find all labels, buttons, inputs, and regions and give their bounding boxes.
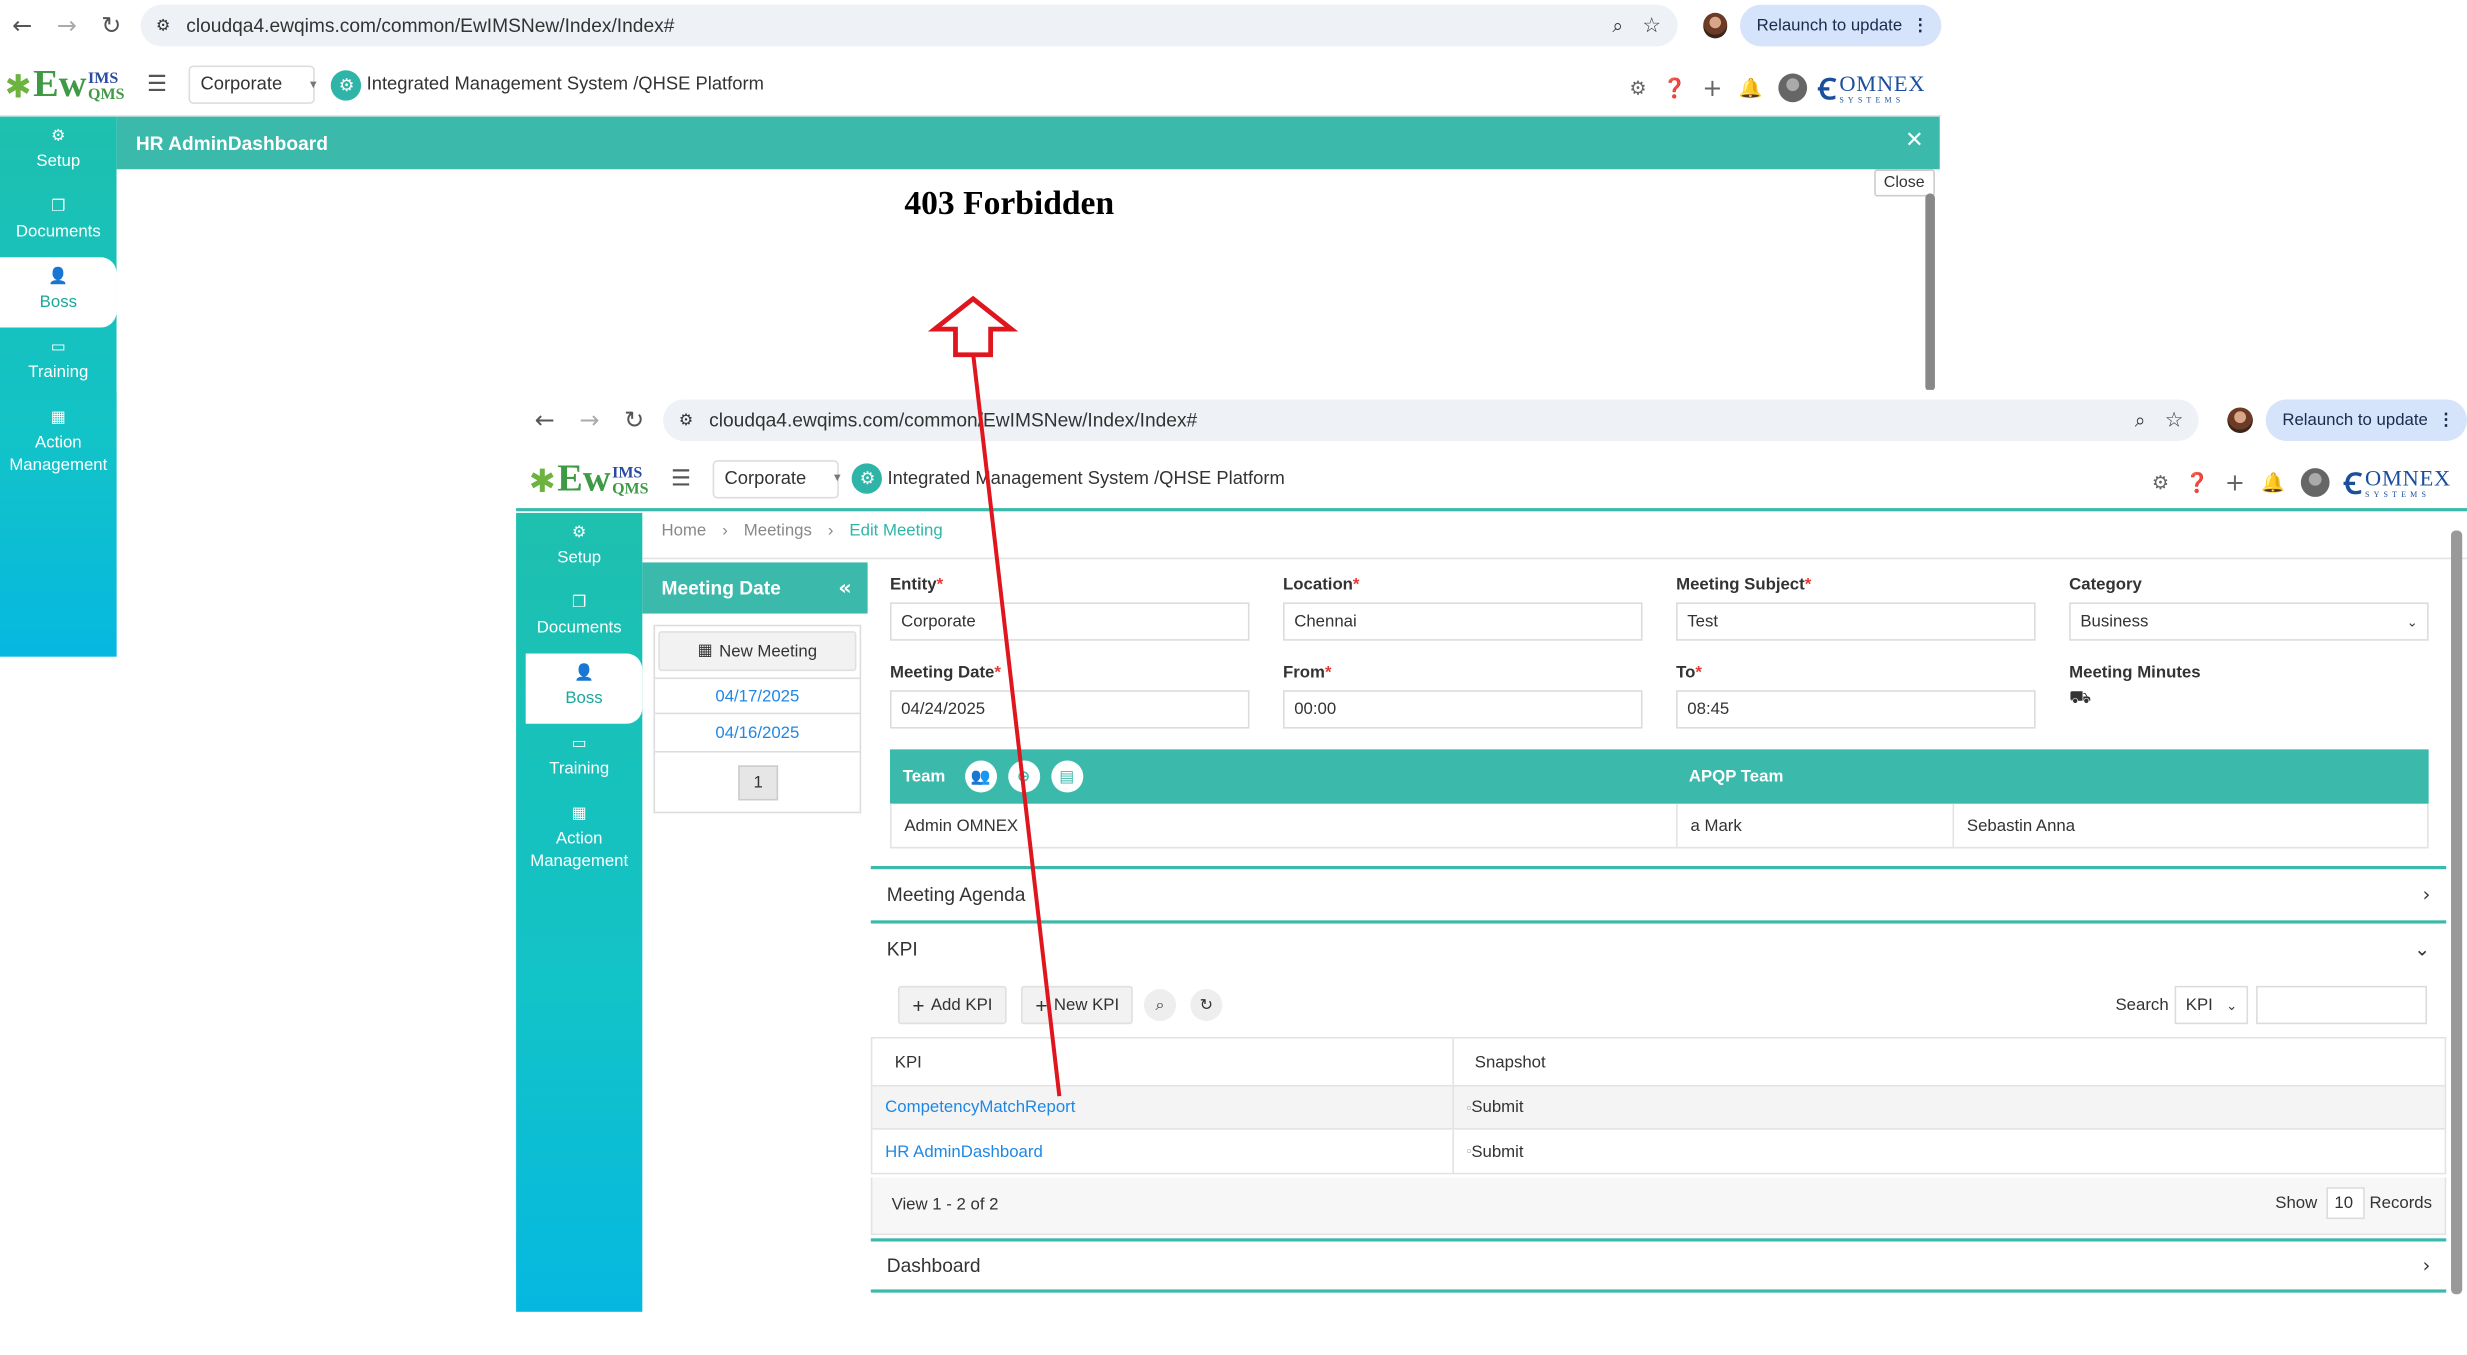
annotation-overlay — [927, 295, 1062, 1097]
annotation-arrow-head — [927, 295, 1019, 358]
annotation-arrow-line — [971, 352, 1062, 1097]
